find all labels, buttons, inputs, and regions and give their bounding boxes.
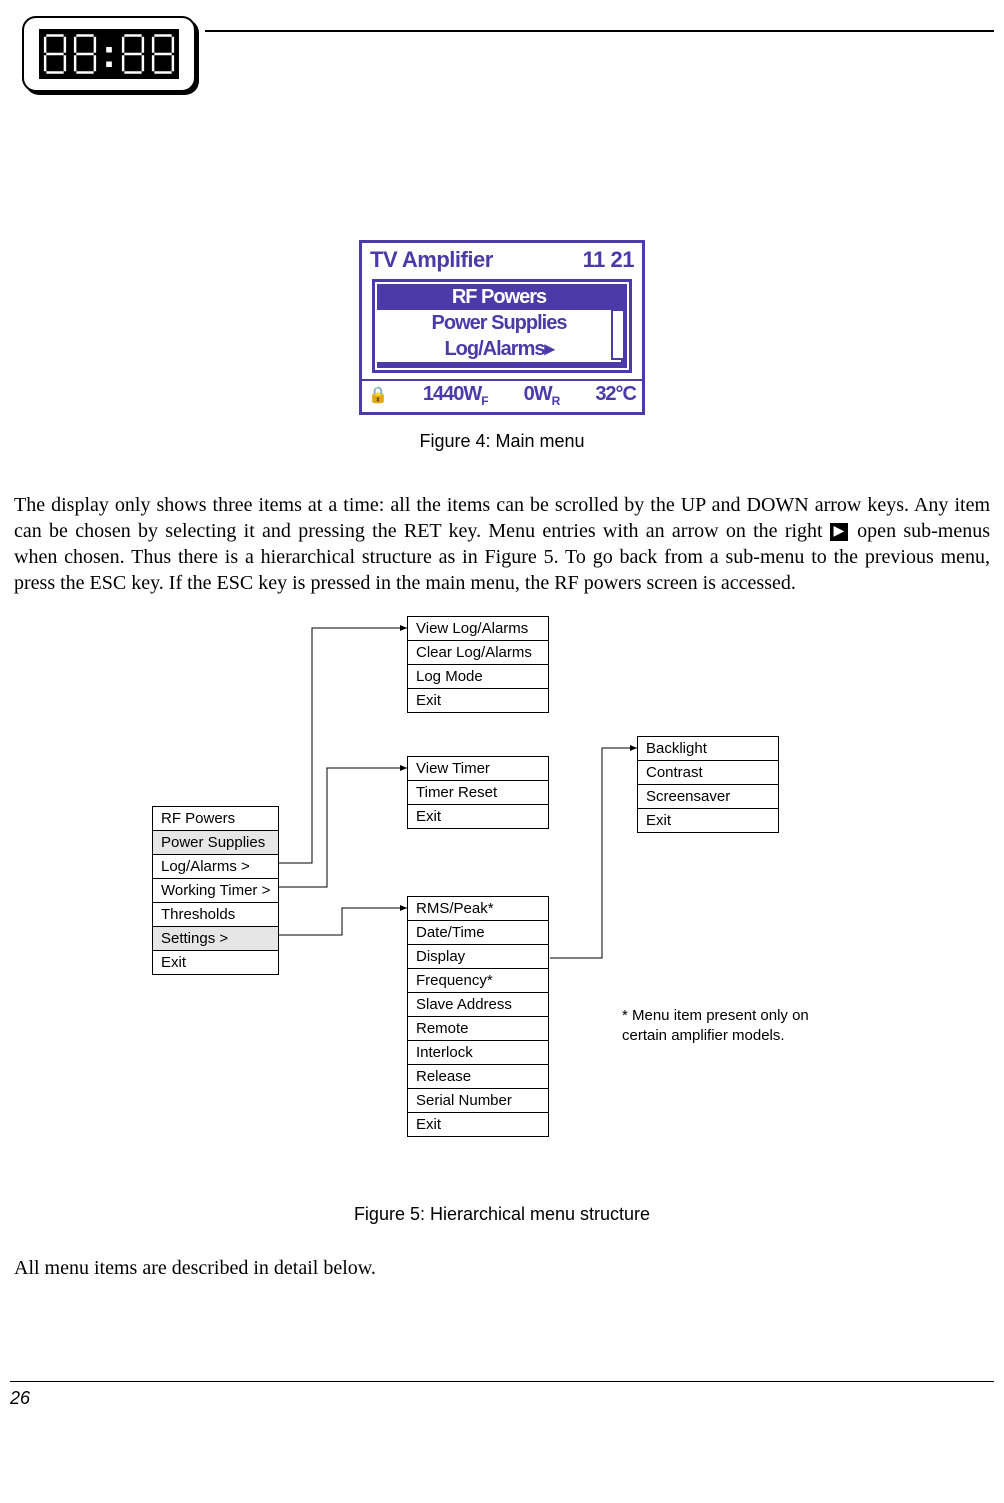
lcd-title: TV Amplifier xyxy=(370,247,493,273)
hierarchy-diagram: RF Powers Power Supplies Log/Alarms > Wo… xyxy=(112,616,892,1196)
lcd-menu-item[interactable]: Log/Alarms▸ xyxy=(377,336,621,362)
lcd-screen: TV Amplifier 11 21 RF Powers Power Suppl… xyxy=(359,240,645,415)
reflected-power: 0WR xyxy=(524,383,560,408)
lcd-menu-item[interactable]: Power Supplies xyxy=(377,310,621,336)
menu-item: Settings > xyxy=(153,927,278,951)
menu-item: Exit xyxy=(638,809,778,832)
menu-item: Log/Alarms > xyxy=(153,855,278,879)
figure-4-caption: Figure 4: Main menu xyxy=(10,431,994,452)
lcd-menu-item[interactable]: RF Powers xyxy=(377,284,621,310)
menu-item: View Timer xyxy=(408,757,548,781)
menu-item: Date/Time xyxy=(408,921,548,945)
menu-item: Log Mode xyxy=(408,665,548,689)
menu-item: Exit xyxy=(408,689,548,712)
menu-item: Screensaver xyxy=(638,785,778,809)
menu-item: RF Powers xyxy=(153,807,278,831)
menu-item: View Log/Alarms xyxy=(408,617,548,641)
menu-item: Timer Reset xyxy=(408,781,548,805)
menu-item: Backlight xyxy=(638,737,778,761)
menu-item: Slave Address xyxy=(408,993,548,1017)
lcd-scrollbar[interactable] xyxy=(611,286,625,360)
menu-item: Serial Number xyxy=(408,1089,548,1113)
menu-item: Power Supplies xyxy=(153,831,278,855)
menu-item: Interlock xyxy=(408,1041,548,1065)
figure-5-caption: Figure 5: Hierarchical menu structure xyxy=(10,1204,994,1225)
footnote: * Menu item present only on certain ampl… xyxy=(622,1006,812,1045)
menu-item: Remote xyxy=(408,1017,548,1041)
log-menu-box: View Log/Alarms Clear Log/Alarms Log Mod… xyxy=(407,616,549,713)
menu-item: Exit xyxy=(153,951,278,974)
paragraph-2: All menu items are described in detail b… xyxy=(14,1255,990,1281)
page-number: 26 xyxy=(10,1381,994,1409)
main-menu-box: RF Powers Power Supplies Log/Alarms > Wo… xyxy=(152,806,279,975)
timer-menu-box: View Timer Timer Reset Exit xyxy=(407,756,549,829)
menu-item: Exit xyxy=(408,805,548,828)
clock-icon: : xyxy=(22,16,196,92)
arrow-icon: ▶ xyxy=(830,523,848,541)
menu-item: RMS/Peak* xyxy=(408,897,548,921)
menu-item: Frequency* xyxy=(408,969,548,993)
settings-menu-box: RMS/Peak* Date/Time Display Frequency* S… xyxy=(407,896,549,1137)
lcd-time: 11 21 xyxy=(583,247,634,273)
display-menu-box: Backlight Contrast Screensaver Exit xyxy=(637,736,779,833)
paragraph-1: The display only shows three items at a … xyxy=(14,492,990,596)
forward-power: 1440WF xyxy=(423,383,488,408)
menu-item: Thresholds xyxy=(153,903,278,927)
menu-item: Exit xyxy=(408,1113,548,1136)
menu-item: Contrast xyxy=(638,761,778,785)
temperature: 32°C xyxy=(595,383,636,406)
lock-icon: 🔒 xyxy=(368,385,387,405)
menu-item: Clear Log/Alarms xyxy=(408,641,548,665)
menu-item: Release xyxy=(408,1065,548,1089)
menu-item: Display xyxy=(408,945,548,969)
menu-item: Working Timer > xyxy=(153,879,278,903)
